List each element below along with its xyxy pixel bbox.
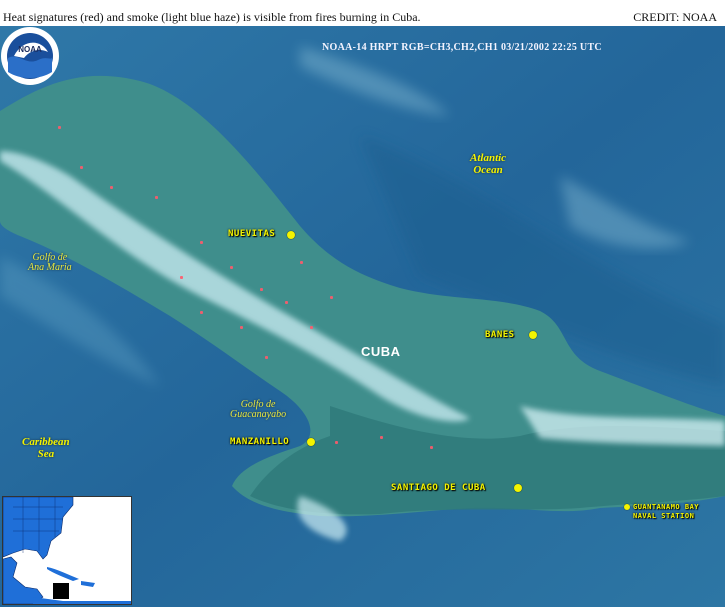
fire-spot	[200, 241, 203, 244]
fire-spot	[380, 436, 383, 439]
city-marker-banes	[529, 331, 537, 339]
caption-bar: Heat signatures (red) and smoke (light b…	[0, 0, 725, 26]
city-marker-guantanamo-bay	[624, 504, 630, 510]
image-credit: CREDIT: NOAA	[633, 10, 717, 24]
fire-spot	[200, 311, 203, 314]
fire-spot	[265, 356, 268, 359]
water-label-atlantic-ocean: Atlantic Ocean	[470, 152, 507, 176]
city-marker-manzanillo	[307, 438, 315, 446]
locator-inset-map	[2, 496, 132, 605]
water-label-golfo-ana-maria: Golfo de Ana Maria	[28, 252, 72, 273]
inset-locator-box	[53, 583, 69, 599]
fire-spot	[240, 326, 243, 329]
image-caption: Heat signatures (red) and smoke (light b…	[3, 10, 421, 24]
satellite-map: NOAA-14 HRPT RGB=CH3,CH2,CH1 03/21/2002 …	[0, 26, 725, 607]
noaa-logo-text: NOAA	[18, 45, 42, 54]
city-label-manzanillo: Manzanillo	[230, 437, 290, 447]
sensor-info-header: NOAA-14 HRPT RGB=CH3,CH2,CH1 03/21/2002 …	[322, 42, 602, 53]
noaa-logo: NOAA	[1, 27, 59, 85]
water-label-golfo-guacanayabo: Golfo de Guacanayabo	[230, 399, 287, 420]
city-label-guantanamo-bay: Guantanamo Bay Naval Station	[633, 503, 700, 520]
city-marker-nuevitas	[287, 231, 295, 239]
locator-map-graphic	[3, 497, 131, 604]
fire-spot	[110, 186, 113, 189]
fire-spot	[300, 261, 303, 264]
city-label-nuevitas: Nuevitas	[228, 229, 276, 239]
fire-spot	[155, 196, 158, 199]
fire-spot	[180, 276, 183, 279]
fire-spot	[335, 441, 338, 444]
city-label-santiago-de-cuba: Santiago de Cuba	[391, 483, 486, 493]
fire-spot	[230, 266, 233, 269]
fire-spot	[430, 446, 433, 449]
fire-spot	[310, 326, 313, 329]
country-label: CUBA	[361, 344, 401, 359]
fire-spot	[330, 296, 333, 299]
fire-spot	[58, 126, 61, 129]
fire-spot	[80, 166, 83, 169]
fire-spot	[285, 301, 288, 304]
fire-spot	[260, 288, 263, 291]
water-label-caribbean-sea: Caribbean Sea	[22, 436, 70, 460]
city-marker-santiago-de-cuba	[514, 484, 522, 492]
city-label-banes: Banes	[485, 330, 515, 340]
